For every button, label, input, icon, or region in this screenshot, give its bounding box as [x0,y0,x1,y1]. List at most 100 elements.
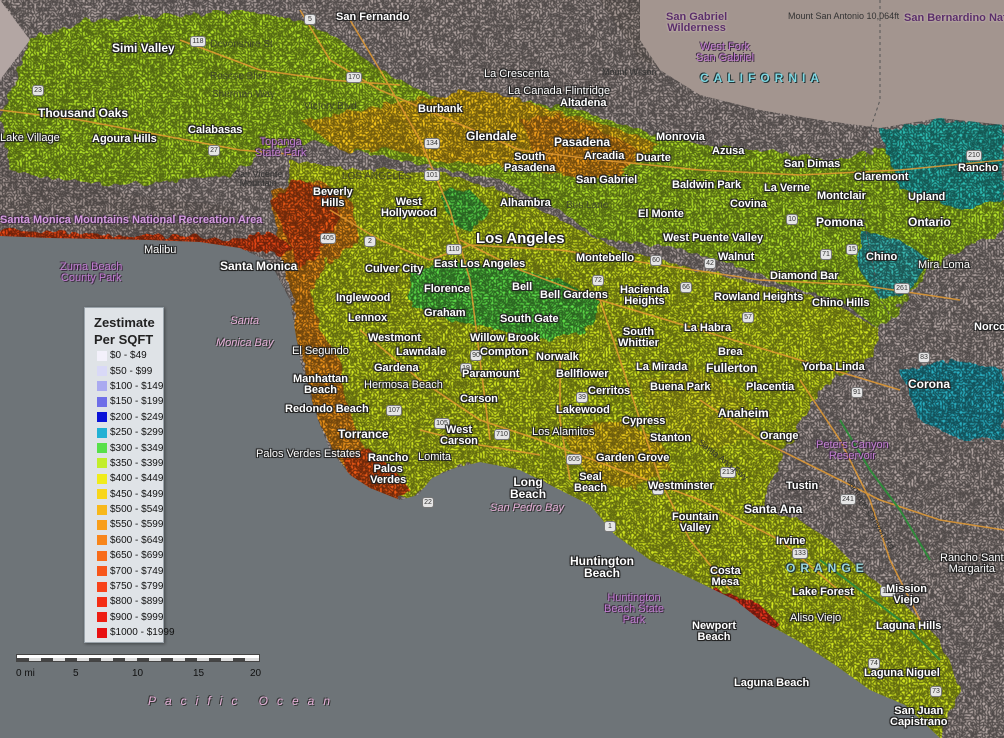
city-label: La Canada Flintridge [508,85,611,97]
legend-range-label: $500 - $549 [110,504,164,516]
city-label: Burbank [418,103,463,115]
price-legend: Zestimate Per SQFT $0 - $49 $50 - $99 $100… [84,307,175,643]
state-label: CALIFORNIA [700,71,824,85]
city-label: Garden Grove [596,452,670,464]
route-shield-icon: 107 [386,405,402,416]
city-label: Baldwin Park [672,179,742,191]
city-label: Laguna Hills [876,620,942,632]
map-canvas[interactable]: 5 118 170 134 210 101 405 10 110 710 605 60 105 91 57 5… [0,0,1004,738]
route-shield-icon: 2 [364,236,376,247]
legend-swatch [97,473,107,484]
route-shield-icon: 605 [566,454,582,465]
city-label: Fountain Valley [672,511,719,534]
route-shield-icon: 5 [304,14,316,25]
legend-item: $600 - $649 [85,533,163,548]
city-label: Lomita [418,451,452,463]
park-label: Santa Monica Mountains National Recreati… [0,214,263,226]
city-label: Palos Verdes Estates [256,448,361,460]
city-label: Yorba Linda [802,361,865,373]
legend-range-label: $450 - $499 [110,488,164,500]
route-shield-icon: 22 [422,497,434,508]
city-label: Aliso Viejo [790,612,842,624]
city-label: Irvine [776,535,806,547]
city-label: Glendale [466,129,517,143]
city-label: Arcadia [584,150,625,162]
city-label: Santa Monica [220,259,298,273]
scale-tick-label: 15 [193,668,205,679]
legend-swatch [97,566,107,577]
street-label: Devonshire St [210,39,273,50]
city-label: Pomona [816,215,864,229]
city-label: Norwalk [536,351,579,363]
city-label: South Gate [500,313,559,325]
legend-range-label: $250 - $299 [110,427,164,439]
street-label: Sherman Way [212,89,275,100]
city-label: Tustin [786,480,819,492]
city-label: Covina [730,198,767,210]
route-shield-icon: 261 [894,283,910,294]
city-label: Ontario [908,215,951,229]
city-label: Willow Brook [470,332,540,344]
water-label: San Pedro Bay [490,502,564,514]
route-shield-icon: 134 [424,138,440,149]
city-label: Los Alamitos [532,426,595,438]
city-label: Costa Mesa [710,565,741,588]
city-label: Inglewood [336,292,391,304]
scale-tick-label: 20 [250,668,262,679]
route-shield-icon: 60 [650,255,662,266]
city-label: Florence [424,283,470,295]
city-label: Chino [866,251,898,263]
city-label: Rancho Palos Verdes [368,452,409,486]
city-label: Rancho Sant Margarita [940,552,1004,575]
city-label: Montclair [817,190,866,202]
legend-item: $250 - $299 [85,425,163,440]
route-shield-icon: 133 [792,548,808,559]
legend-swatch [97,535,107,546]
city-label: Cypress [622,415,666,427]
route-shield-icon: 170 [346,72,362,83]
city-label: Westmont [368,332,421,344]
park-label: Peters Canyon Reservoir [816,439,889,462]
route-shield-icon: 710 [494,429,510,440]
city-label: Diamond Bar [770,270,839,282]
forest-label: San Bernardino Nat [904,12,1004,24]
scale-bar-graphic [16,654,260,662]
city-label: La Habra [684,322,732,334]
city-label: Cerritos [588,385,631,397]
route-shield-icon: 1 [604,521,616,532]
legend-range-label: $150 - $199 [110,396,164,408]
city-label: Bell Gardens [540,289,608,301]
legend-range-label: $650 - $699 [110,550,164,562]
route-shield-icon: 110 [446,244,462,255]
county-label: ORANGE [786,561,869,575]
legend-range-label: $600 - $649 [110,534,164,546]
park-label: West Fork San Gabriel [696,41,755,64]
route-shield-icon: 91 [851,387,863,398]
city-label: Monrovia [656,131,705,143]
scale-tick-label: 5 [73,668,79,679]
city-label: Rowland Heights [714,291,804,303]
city-label: Lawndale [396,346,447,358]
city-label: Redondo Beach [285,403,369,415]
legend-item: $800 - $899 [85,594,163,609]
park-label: Zuma Beach County Park [60,261,123,284]
legend-item: $400 - $449 [85,471,163,486]
city-label: Lake Forest [792,586,854,598]
city-label: Simi Valley [112,41,175,55]
legend-range-label: $200 - $249 [110,411,164,423]
route-shield-icon: 10 [786,214,798,225]
city-label: San Fernando [336,11,410,23]
city-label: El Monte [638,208,684,220]
city-label: Westminster [648,480,714,492]
city-label: Lennox [348,312,388,324]
legend-range-label: $750 - $799 [110,581,164,593]
legend-item: $700 - $749 [85,563,163,578]
route-shield-icon: 210 [966,150,982,161]
city-label: West Carson [440,424,478,447]
city-label: Paramount [462,368,520,380]
city-label: Calabasas [188,124,243,136]
legend-item: $650 - $699 [85,548,163,563]
city-label: Bell [512,281,533,293]
city-label: La Crescenta [484,68,550,80]
route-shield-icon: 101 [424,170,440,181]
